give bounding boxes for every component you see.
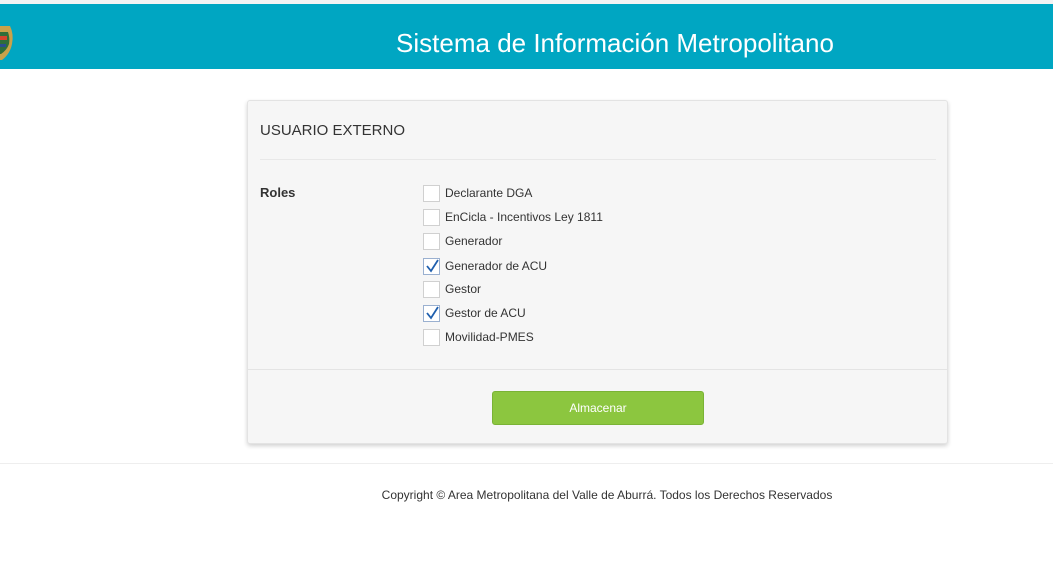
role-item-generador-de-acu: Generador de ACU bbox=[423, 256, 547, 276]
role-item-movilidad-pmes: Movilidad-PMES bbox=[423, 327, 534, 347]
divider bbox=[260, 159, 936, 160]
checkmark-icon bbox=[426, 259, 439, 273]
role-checkbox[interactable] bbox=[423, 208, 440, 226]
role-checkbox-checked[interactable] bbox=[423, 304, 440, 322]
app-header: Sistema de Información Metropolitano bbox=[0, 4, 1053, 69]
role-label: Gestor bbox=[445, 282, 482, 296]
role-checkbox[interactable] bbox=[423, 184, 440, 202]
copyright-text: Copyright © Area Metropolitana del Valle… bbox=[381, 488, 833, 502]
footer-divider bbox=[0, 463, 1053, 464]
divider bbox=[248, 369, 947, 370]
form-title: USUARIO EXTERNO bbox=[260, 122, 406, 139]
role-item-generador: Generador bbox=[423, 231, 502, 251]
save-button[interactable]: Almacenar bbox=[492, 391, 704, 425]
role-checkbox-checked[interactable] bbox=[423, 257, 440, 275]
role-label: Movilidad-PMES bbox=[445, 330, 534, 344]
role-checkbox[interactable] bbox=[423, 232, 440, 250]
role-item-encicla: EnCicla - Incentivos Ley 1811 bbox=[423, 207, 603, 227]
role-item-declarante-dga: Declarante DGA bbox=[423, 183, 532, 203]
checkmark-icon bbox=[426, 306, 439, 320]
role-item-gestor: Gestor bbox=[423, 279, 481, 299]
user-form-card: USUARIO EXTERNO Roles Declarante DGA EnC… bbox=[247, 100, 948, 444]
role-label: Gestor de ACU bbox=[445, 306, 526, 320]
role-checkbox[interactable] bbox=[423, 328, 440, 346]
role-checkbox[interactable] bbox=[423, 280, 440, 298]
role-label: Generador bbox=[445, 234, 503, 248]
role-label: Generador de ACU bbox=[445, 259, 548, 273]
page-title: Sistema de Información Metropolitano bbox=[396, 28, 834, 58]
roles-label: Roles bbox=[260, 185, 296, 200]
role-label: EnCicla - Incentivos Ley 1811 bbox=[445, 210, 603, 224]
role-item-gestor-de-acu: Gestor de ACU bbox=[423, 303, 526, 323]
role-label: Declarante DGA bbox=[445, 186, 533, 200]
